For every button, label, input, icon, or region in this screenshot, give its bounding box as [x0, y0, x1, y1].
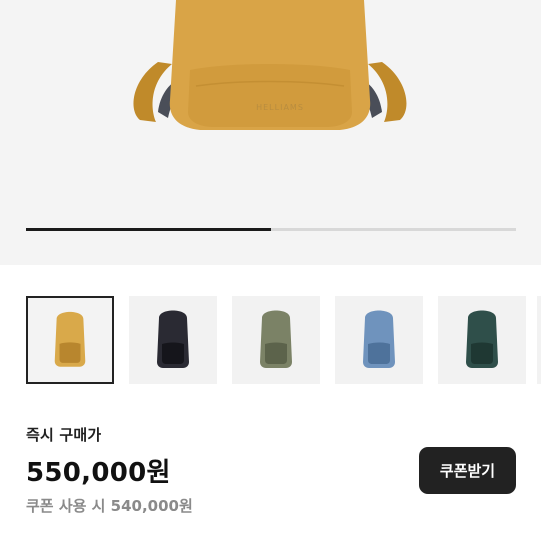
slide-progress-fill — [26, 228, 271, 231]
backpack-thumbnail-icon — [260, 310, 292, 368]
thumbnail-black[interactable] — [129, 296, 217, 384]
thumbnail-next-partial[interactable] — [537, 296, 541, 384]
backpack-thumbnail-icon — [157, 310, 189, 368]
backpack-thumbnail-icon — [363, 310, 395, 368]
hero-brand-text: HELLIAMS — [256, 103, 304, 112]
instant-buy-label: 즉시 구매가 — [26, 426, 102, 444]
thumbnail-blue[interactable] — [335, 296, 423, 384]
backpack-thumbnail-icon — [466, 310, 498, 368]
coupon-price-text: 쿠폰 사용 시 540,000원 — [26, 497, 193, 515]
product-hero-image[interactable]: HELLIAMS — [0, 0, 541, 265]
backpack-image: HELLIAMS — [133, 0, 407, 130]
thumbnail-teal[interactable] — [438, 296, 526, 384]
thumbnail-strip — [0, 265, 541, 408]
instant-buy-price: 550,000원 — [26, 458, 171, 488]
slide-progress-track[interactable] — [26, 228, 516, 231]
thumbnail-mustard[interactable] — [26, 296, 114, 384]
backpack-thumbnail-icon — [54, 311, 86, 367]
thumbnail-olive[interactable] — [232, 296, 320, 384]
get-coupon-button[interactable]: 쿠폰받기 — [419, 447, 516, 494]
